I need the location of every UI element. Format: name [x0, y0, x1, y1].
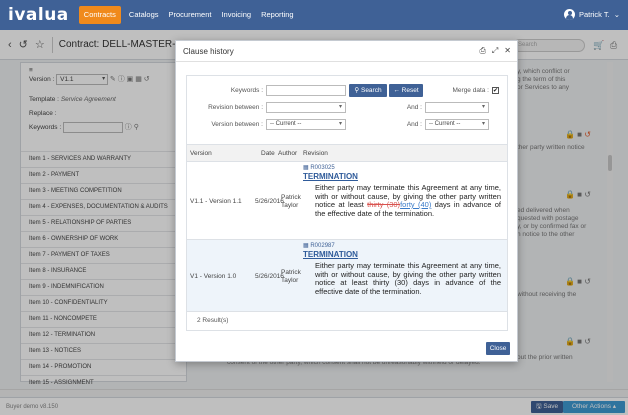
- column-revision[interactable]: Revision: [303, 150, 328, 157]
- nav-reporting[interactable]: Reporting: [256, 6, 299, 24]
- dialog-header: Clause history ⎙ ⤢ ✕: [176, 41, 517, 62]
- date-cell: 5/26/2016: [255, 273, 284, 280]
- and-label: And :: [406, 121, 422, 128]
- keywords-input[interactable]: [266, 85, 346, 96]
- reset-label: Reset: [401, 87, 419, 94]
- author-cell: Patrick Taylor: [281, 194, 301, 209]
- table-row: V1.1 - Version 1.1 5/26/2016 Patrick Tay…: [187, 162, 507, 240]
- nav-catalogs[interactable]: Catalogs: [124, 6, 164, 24]
- revision-table: Version Date Author Revision V1.1 - Vers…: [186, 144, 508, 331]
- revision-text: Either party may terminate this Agreemen…: [315, 261, 501, 296]
- table-header: Version Date Author Revision: [187, 145, 507, 162]
- result-count: 2 Result(s): [197, 317, 229, 324]
- reset-button[interactable]: ← Reset: [389, 84, 423, 97]
- search-button[interactable]: ⚲ Search: [349, 84, 387, 97]
- revision-text: Either party may terminate this Agreemen…: [315, 183, 501, 218]
- keywords-label: Keywords :: [230, 87, 263, 94]
- revision-to-select[interactable]: [425, 102, 489, 113]
- and-label: And :: [406, 104, 422, 111]
- revision-heading: TERMINATION: [303, 171, 358, 181]
- filter-panel: Keywords : ⚲ Search ← Reset Merge data :…: [186, 75, 508, 145]
- nav-invoicing[interactable]: Invoicing: [216, 6, 256, 24]
- avatar-icon: [564, 9, 575, 20]
- column-date[interactable]: Date: [261, 150, 275, 157]
- column-author[interactable]: Author: [278, 150, 297, 157]
- user-name: Patrick T.: [579, 10, 610, 19]
- revision-cell: ▦ R003025 TERMINATION Either party may t…: [303, 165, 501, 218]
- column-version[interactable]: Version: [190, 150, 212, 157]
- version-cell: V1 - Version 1.0: [190, 273, 237, 280]
- revision-heading: TERMINATION: [303, 249, 358, 259]
- revision-between-label: Revision between :: [208, 104, 263, 111]
- merge-label: Merge data :: [452, 87, 490, 94]
- merge-data-checkbox[interactable]: ✔: [492, 87, 499, 94]
- user-menu[interactable]: Patrick T. ⌄: [564, 9, 620, 20]
- version-to-select[interactable]: -- Current --: [425, 119, 489, 130]
- clause-history-dialog: Clause history ⎙ ⤢ ✕ Keywords : ⚲ Search…: [175, 40, 518, 362]
- nav-procurement[interactable]: Procurement: [164, 6, 217, 24]
- print-icon[interactable]: ⎙: [479, 46, 485, 56]
- revision-cell: ▦ R002987 TERMINATION Either party may t…: [303, 243, 501, 296]
- version-from-select[interactable]: -- Current --: [266, 119, 346, 130]
- dialog-title: Clause history: [183, 46, 234, 56]
- chevron-down-icon: ⌄: [613, 10, 620, 19]
- expand-icon[interactable]: ⤢: [492, 46, 498, 56]
- logo: ivalua: [8, 5, 69, 25]
- version-between-label: Version between :: [211, 121, 263, 128]
- revision-from-select[interactable]: [266, 102, 346, 113]
- nav-contracts[interactable]: Contracts: [78, 6, 121, 24]
- close-icon[interactable]: ✕: [504, 46, 511, 56]
- table-row: V1 - Version 1.0 5/26/2016 Patrick Taylo…: [187, 240, 507, 312]
- date-cell: 5/26/2016: [255, 198, 284, 205]
- search-label: Search: [360, 87, 382, 94]
- author-cell: Patrick Taylor: [281, 269, 301, 284]
- version-cell: V1.1 - Version 1.1: [190, 198, 242, 205]
- top-nav: ivalua Contracts Catalogs Procurement In…: [0, 0, 628, 30]
- close-button[interactable]: Close: [486, 342, 510, 355]
